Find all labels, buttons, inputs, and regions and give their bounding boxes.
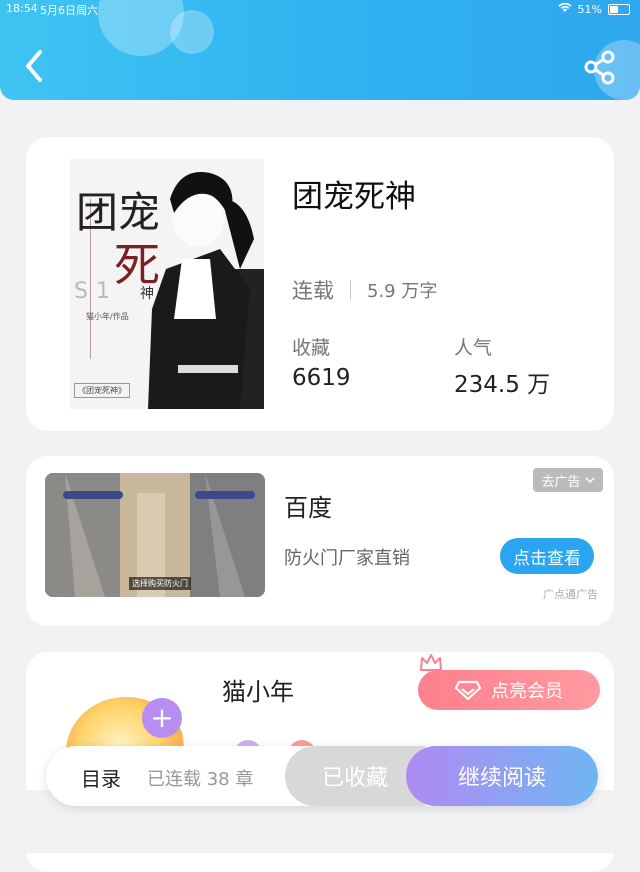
cover-title-line3: 神: [140, 286, 154, 302]
ad-title: 百度: [284, 494, 332, 522]
status-right: 51%: [557, 2, 630, 16]
status-time: 18:54: [6, 2, 38, 15]
battery-icon: [608, 3, 630, 15]
ad-view-button[interactable]: 点击查看: [500, 538, 594, 574]
diamond-icon: [455, 680, 481, 700]
bottom-action-bar: 目录 已连载 38 章 已收藏 继续阅读: [46, 746, 598, 806]
status-date: 5月6日周六: [40, 4, 98, 17]
table-of-contents-button[interactable]: 目录: [81, 763, 121, 792]
chevron-left-icon: [26, 50, 42, 82]
word-count: 5.9 万字: [367, 281, 438, 302]
divider: [350, 280, 351, 300]
ad-description: 防火门厂家直销: [284, 548, 410, 569]
chapter-count[interactable]: 已连载 38 章: [147, 765, 253, 791]
favorites-label: 收藏: [292, 337, 331, 359]
author-name: 猫小年: [222, 678, 294, 706]
book-cover[interactable]: 团宠 死 神 S1 猫小年/作品 《团宠死神》: [70, 159, 264, 409]
collected-button[interactable]: 已收藏: [285, 746, 425, 806]
vip-label: 点亮会员: [491, 681, 563, 702]
favorites-value: 6619: [292, 365, 351, 391]
serial-status: 连载: [292, 279, 334, 303]
cover-side-text: S1: [74, 279, 118, 304]
ad-card[interactable]: 选择购买防火门 百度 防火门厂家直销 去广告 点击查看 广点通广告: [26, 456, 614, 626]
continue-reading-button[interactable]: 继续阅读: [406, 746, 598, 806]
follow-author-button[interactable]: +: [142, 698, 182, 738]
status-bar: 18:54 5月6日周六 51%: [0, 0, 640, 18]
ad-image-caption: 选择购买防火门: [129, 577, 191, 590]
book-status-line: 连载 5.9 万字: [292, 275, 437, 305]
cover-caption: 《团宠死神》: [74, 383, 130, 398]
battery-fill: [610, 5, 618, 13]
popularity-value: 234.5 万: [454, 372, 551, 398]
share-button[interactable]: [580, 48, 620, 88]
popularity-label: 人气: [454, 337, 493, 359]
wifi-icon: [557, 2, 572, 16]
remove-ad-label: 去广告: [541, 474, 581, 490]
book-title: 团宠死神: [292, 179, 416, 215]
crown-icon: [420, 654, 442, 671]
vip-button[interactable]: 点亮会员: [418, 670, 600, 710]
remove-ad-button[interactable]: 去广告: [533, 468, 603, 492]
ad-source: 广点通广告: [543, 588, 598, 601]
top-header: 18:54 5月6日周六 51%: [0, 0, 640, 100]
cover-author-note: 猫小年/作品: [86, 312, 129, 321]
back-button[interactable]: [18, 46, 52, 86]
chevron-down-icon: [584, 477, 595, 484]
book-info-card: 团宠 死 神 S1 猫小年/作品 《团宠死神》 团宠死神 连载 5.9 万字 收…: [26, 137, 614, 431]
ad-image[interactable]: 选择购买防火门: [45, 473, 265, 597]
battery-percent: 51%: [577, 2, 602, 16]
share-icon: [584, 50, 615, 85]
